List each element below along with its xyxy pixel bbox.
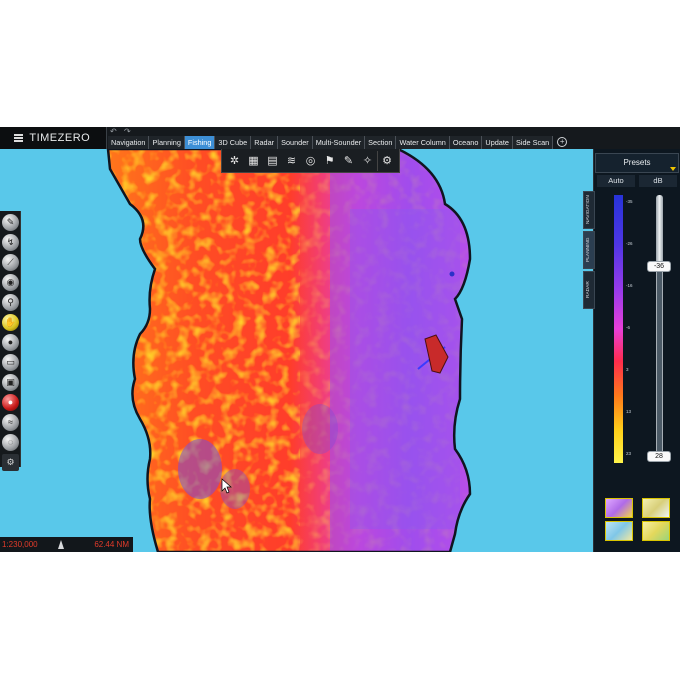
hand-icon[interactable]: ✋ bbox=[2, 314, 19, 331]
vtab-planning[interactable]: PLANNING bbox=[583, 231, 595, 269]
ruler-icon[interactable]: ▭ bbox=[2, 354, 19, 371]
scale-label: -26 bbox=[626, 241, 633, 246]
tab-update[interactable]: Update bbox=[482, 136, 513, 149]
app-menu-button[interactable]: TIMEZERO bbox=[0, 127, 107, 149]
backscatter-area bbox=[108, 149, 470, 552]
scale-label: -35 bbox=[626, 199, 633, 204]
auto-button[interactable]: Auto bbox=[597, 175, 635, 187]
color-scale-bar bbox=[614, 195, 623, 463]
slider-top-handle[interactable]: -36 bbox=[647, 261, 671, 272]
db-unit-label: dB bbox=[639, 175, 677, 187]
pen-icon[interactable]: ✎ bbox=[2, 214, 19, 231]
chart-book-icon[interactable]: ▦ bbox=[244, 151, 263, 171]
layers-icon[interactable]: ▤ bbox=[263, 151, 282, 171]
scale-label: 23 bbox=[626, 451, 632, 456]
tab-sounder[interactable]: Sounder bbox=[278, 136, 313, 149]
undo-redo-group: ↶ ↷ bbox=[110, 127, 136, 136]
settings-icon[interactable]: ⚙ bbox=[377, 150, 396, 171]
adjust-icon[interactable]: ✧ bbox=[358, 151, 377, 171]
tab-3d-cube[interactable]: 3D Cube bbox=[215, 136, 252, 149]
zoom-icon[interactable]: ⚲ bbox=[2, 294, 19, 311]
gear-icon[interactable]: ⚙ bbox=[2, 454, 19, 471]
palette-thumbnail[interactable] bbox=[605, 498, 633, 518]
scale-label: 13 bbox=[626, 409, 632, 414]
palette-thumbnail[interactable] bbox=[642, 521, 670, 541]
camera-icon[interactable]: ▣ bbox=[2, 374, 19, 391]
scale-label: -6 bbox=[626, 325, 631, 330]
workspace-tabs: Navigation Planning Fishing 3D Cube Rada… bbox=[108, 136, 571, 149]
left-toolbar: ✎ ↯ ⟋ ◉ ⚲ ✋ ● ▭ ▣ ● ≈ ◌ ⚙ bbox=[0, 211, 21, 471]
fish-finder-icon[interactable]: ◎ bbox=[301, 151, 320, 171]
range-readout: 62.44 NM bbox=[94, 540, 129, 549]
palette-thumbnail[interactable] bbox=[605, 521, 633, 541]
north-arrow-icon[interactable] bbox=[58, 540, 64, 549]
tab-water-column[interactable]: Water Column bbox=[396, 136, 450, 149]
circle-icon[interactable]: ● bbox=[2, 334, 19, 351]
app-name: TIMEZERO bbox=[29, 132, 91, 144]
compass-icon[interactable]: ✲ bbox=[225, 151, 244, 171]
vtab-radar[interactable]: RADAR bbox=[583, 271, 595, 309]
redo-button[interactable]: ↷ bbox=[124, 127, 131, 136]
fishing-right-panel: NAVIGATION PLANNING RADAR Presets Auto d… bbox=[583, 149, 680, 552]
tab-fishing[interactable]: Fishing bbox=[184, 136, 216, 149]
chevron-down-icon bbox=[670, 167, 676, 171]
vertical-tabs: NAVIGATION PLANNING RADAR bbox=[583, 191, 595, 311]
route-icon[interactable]: ↯ bbox=[2, 234, 19, 251]
tab-radar[interactable]: Radar bbox=[251, 136, 279, 149]
tab-navigation[interactable]: Navigation bbox=[108, 136, 150, 149]
tab-side-scan[interactable]: Side Scan bbox=[512, 136, 554, 149]
sounder-icon[interactable]: ≈ bbox=[2, 414, 19, 431]
record-icon[interactable]: ● bbox=[2, 394, 19, 411]
tab-planning[interactable]: Planning bbox=[149, 136, 185, 149]
backscatter-overlay bbox=[106, 149, 472, 552]
chart-scale: 1:230,000 bbox=[2, 540, 38, 549]
title-bar: TIMEZERO ↶ ↷ Navigation Planning Fishing… bbox=[0, 127, 680, 149]
scale-label: 3 bbox=[626, 367, 629, 372]
add-tab-icon[interactable]: + bbox=[557, 137, 568, 147]
palette-thumbnail[interactable] bbox=[642, 498, 670, 518]
menu-icon bbox=[14, 134, 23, 142]
slider-bottom-handle[interactable]: 28 bbox=[647, 451, 671, 462]
gain-slider-range bbox=[657, 267, 662, 453]
status-bar: 1:230,000 62.44 NM bbox=[0, 537, 133, 552]
ellipse-icon[interactable]: ◌ bbox=[2, 434, 19, 451]
chart-map[interactable] bbox=[0, 149, 593, 552]
scale-label: -16 bbox=[626, 283, 633, 288]
vtab-navigation[interactable]: NAVIGATION bbox=[583, 191, 595, 229]
palette-thumbnails bbox=[602, 495, 676, 543]
measure-icon[interactable]: ⟋ bbox=[2, 254, 19, 271]
fishing-toolbar: ✲ ▦ ▤ ≋ ◎ ⚑ ✎ ✧ ⚙ bbox=[221, 149, 400, 173]
waypoint-icon[interactable]: ⚑ bbox=[320, 151, 339, 171]
sonar-icon[interactable]: ≋ bbox=[282, 151, 301, 171]
undo-button[interactable]: ↶ bbox=[110, 127, 117, 136]
timezero-app-window: TIMEZERO ↶ ↷ Navigation Planning Fishing… bbox=[0, 127, 680, 552]
presets-label: Presets bbox=[623, 158, 651, 167]
tab-oceano[interactable]: Oceano bbox=[449, 136, 483, 149]
marker-icon[interactable]: ◉ bbox=[2, 274, 19, 291]
brush-icon[interactable]: ✎ bbox=[339, 151, 358, 171]
presets-dropdown[interactable]: Presets bbox=[595, 153, 679, 173]
tab-multi-sounder[interactable]: Multi-Sounder bbox=[312, 136, 366, 149]
tab-section[interactable]: Section bbox=[365, 136, 397, 149]
